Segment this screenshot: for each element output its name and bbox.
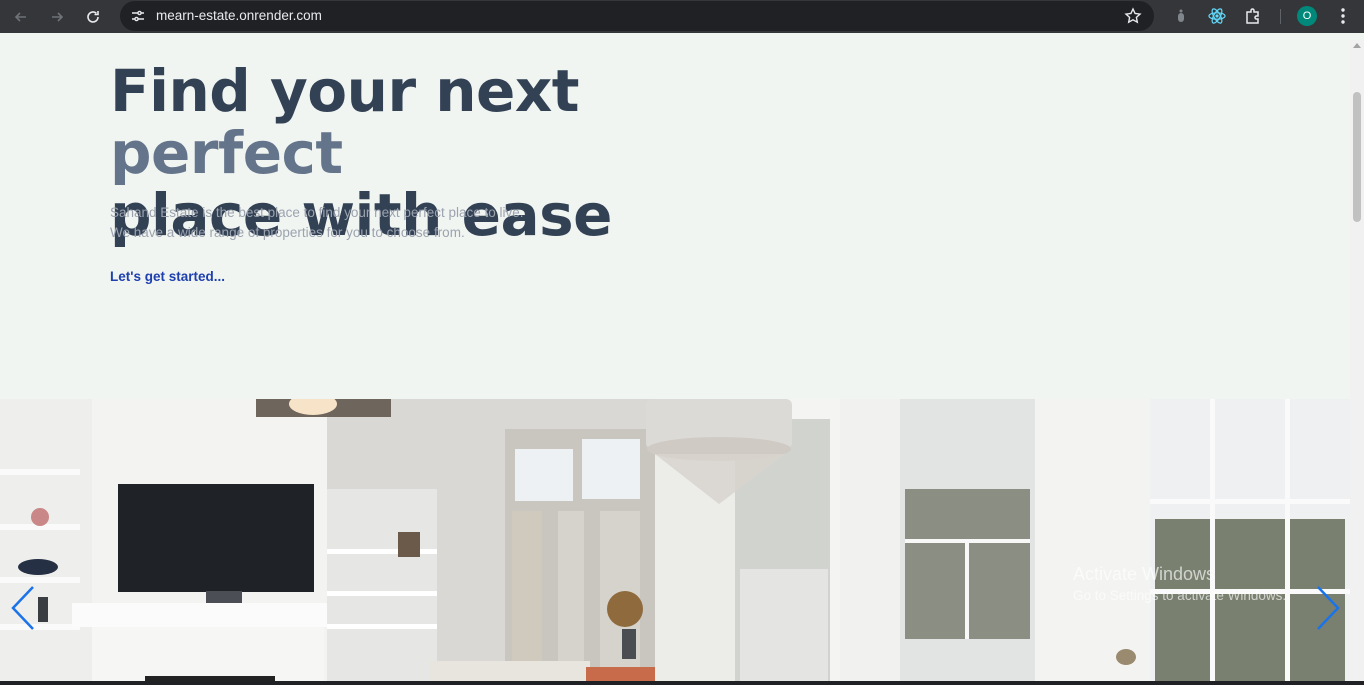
extension-dot-icon[interactable] (1171, 6, 1191, 26)
reload-button[interactable] (80, 4, 106, 30)
back-button[interactable] (8, 4, 34, 30)
scroll-up-arrow-icon[interactable] (1353, 43, 1361, 48)
hero-title-part1: Find your next (110, 57, 580, 125)
forward-button[interactable] (44, 4, 70, 30)
url-text[interactable]: mearn-estate.onrender.com (156, 8, 322, 23)
watermark-line2: Go to Settings to activate Windows. (1073, 588, 1287, 603)
hero-description-line1: Sahand Estate is the best place to find … (110, 205, 524, 220)
arrow-left-icon (14, 12, 26, 22)
reload-icon (87, 11, 99, 23)
window-bottom-edge (0, 681, 1364, 685)
address-bar[interactable]: mearn-estate.onrender.com (120, 1, 1154, 31)
watermark-line1: Activate Windows (1073, 564, 1216, 584)
chevron-right-icon[interactable] (1312, 585, 1342, 631)
puzzle-icon[interactable] (1243, 6, 1263, 26)
hero-title-accent: perfect (110, 119, 343, 187)
arrow-right-icon (52, 12, 64, 22)
tune-icon[interactable] (128, 6, 148, 26)
property-image-slider (0, 399, 1350, 681)
get-started-link[interactable]: Let's get started... (110, 269, 225, 284)
page-scrollbar[interactable] (1350, 40, 1364, 681)
react-icon[interactable] (1207, 6, 1227, 26)
hero-description-line2: We have a wide range of properties for y… (110, 225, 465, 240)
profile-avatar[interactable]: O (1297, 6, 1317, 26)
hero-description: Sahand Estate is the best place to find … (110, 203, 524, 243)
kebab-menu-icon[interactable] (1333, 6, 1353, 26)
living-room-photo (0, 399, 1350, 681)
star-icon[interactable] (1124, 7, 1142, 25)
windows-activation-watermark: Activate Windows Go to Settings to activ… (1073, 564, 1286, 603)
browser-toolbar: mearn-estate.onrender.com O (0, 0, 1364, 33)
toolbar-separator (1280, 9, 1281, 24)
scrollbar-thumb[interactable] (1353, 92, 1361, 222)
chevron-left-icon[interactable] (9, 585, 39, 631)
